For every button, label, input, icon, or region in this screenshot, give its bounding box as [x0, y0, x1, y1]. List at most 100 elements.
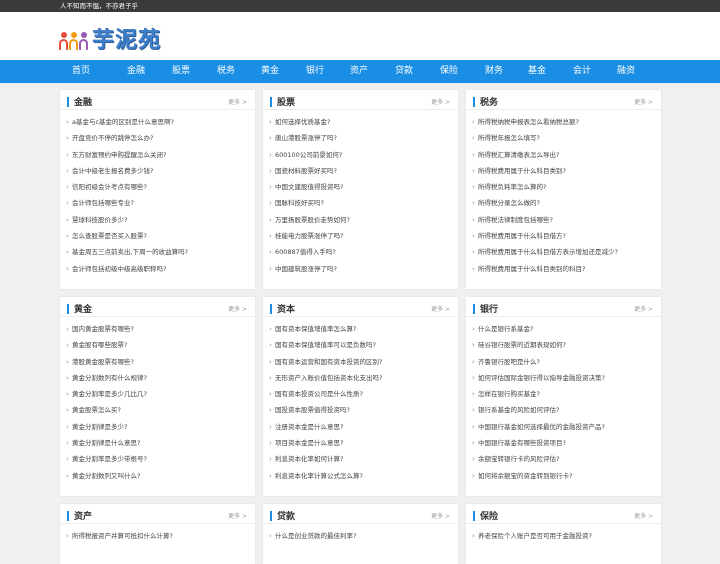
article-link[interactable]: 唐山港股票涨停了吗?	[263, 130, 458, 146]
article-link[interactable]: 所得税法律制度包括哪些?	[466, 212, 661, 228]
article-link[interactable]: 东方财富预约申购提醒怎么关闭?	[60, 147, 255, 163]
article-link[interactable]: 什么是银行系基金?	[466, 321, 661, 337]
card-header: 金融 更多 >	[60, 90, 255, 110]
article-link[interactable]: 万里扬股票股价走势如何?	[263, 212, 458, 228]
article-link[interactable]: 中国银行基金有哪些投资项目?	[466, 435, 661, 451]
card-accent-bar	[270, 304, 272, 314]
article-link[interactable]: 慧球科技股价多少?	[60, 212, 255, 228]
article-link[interactable]: 国有资本运营和国有资本投资的区别?	[263, 354, 458, 370]
article-link[interactable]: 所得税费用属于什么科目类别的科目?	[466, 261, 661, 277]
article-link[interactable]: 国有资本保值增值率怎么算?	[263, 321, 458, 337]
card-accent-bar	[67, 511, 69, 521]
more-link[interactable]: 更多 >	[228, 304, 247, 313]
card-2: 税务 更多 > 所得税纳税申报表怎么看纳税总额?所得税年报怎么填写?所得税汇算清缴表…	[466, 90, 661, 289]
article-link[interactable]: 所得税年报怎么填写?	[466, 130, 661, 146]
more-link[interactable]: 更多 >	[634, 511, 653, 520]
more-link[interactable]: 更多 >	[228, 511, 247, 520]
article-link[interactable]: 项目资本金是什么意思?	[263, 435, 458, 451]
article-link[interactable]: 基金周五三点前卖出,下周一的收益算吗?	[60, 244, 255, 260]
card-3: 黄金更多 >国内黄金股票有哪些?黄金股有哪些股票?港股黄金股票有哪些?黄金分割数…	[60, 297, 255, 496]
article-link[interactable]: 怎样在银行购买基金?	[466, 386, 661, 402]
article-link[interactable]: a基金与c基金的区别是什么意思啊?	[60, 114, 255, 130]
article-link[interactable]: 黄金分割律是多少?	[60, 419, 255, 435]
article-link[interactable]: 怎么查股票是否买入股票?	[60, 228, 255, 244]
card-0: 金融 更多 > a基金与c基金的区别是什么意思啊?开盘竞价不停的跳停怎么办?东方财富…	[60, 90, 255, 289]
more-link[interactable]: 更多 >	[228, 97, 247, 106]
article-link[interactable]: 齐鲁银行股吧是什么?	[466, 354, 661, 370]
article-link[interactable]: 所得税报资产并算可抵扣什么计算?	[60, 528, 255, 544]
article-link[interactable]: 如何评估国际金银行得以指导金融投资决策?	[466, 370, 661, 386]
card-header: 银行 更多 >	[466, 297, 661, 317]
article-link[interactable]: 中国文建股值得投资吗?	[263, 179, 458, 195]
article-link[interactable]: 国内黄金股票有哪些?	[60, 321, 255, 337]
article-link[interactable]: 养老保险个人账户是否可用于金融投资?	[466, 528, 661, 544]
more-link[interactable]: 更多 >	[431, 97, 450, 106]
card-7: 贷款 更多 > 什么是创业贷款的最佳利率?	[263, 504, 458, 564]
article-link[interactable]: 国瓷材料股票好买吗?	[263, 163, 458, 179]
article-link[interactable]: 600887值得入手吗?	[263, 244, 458, 260]
article-link[interactable]: 桂能电力股票涨停了吗?	[263, 228, 458, 244]
card-4: 资本 更多 > 国有资本保值增值率怎么算?国有资本保值增值率可以是负数吗?国有资本运…	[263, 297, 458, 496]
card-accent-bar	[270, 97, 272, 107]
article-link[interactable]: 所得税费用属于什么科目类别?	[466, 163, 661, 179]
article-link[interactable]: 利息资本化率如何计算?	[263, 451, 458, 467]
article-link[interactable]: 会计中级老生报名费多少钱?	[60, 163, 255, 179]
article-link[interactable]: 如何将余额宝的资金转到银行卡?	[466, 468, 661, 484]
article-link[interactable]: 所得税负耗率怎么算的?	[466, 179, 661, 195]
article-link[interactable]: 黄金股票怎么买?	[60, 402, 255, 418]
article-link[interactable]: 硅谷银行股票的近期表现如何?	[466, 337, 661, 353]
article-link[interactable]: 国有资本投资公司是什么性质?	[263, 386, 458, 402]
article-link[interactable]: 注册资本金是什么意思?	[263, 419, 458, 435]
article-link[interactable]: 所得税分录怎么做的?	[466, 195, 661, 211]
more-link[interactable]: 更多 >	[634, 304, 653, 313]
card-1: 股票 更多 > 如何选择优质基金?唐山港股票涨停了吗?600100公司前景如何?国瓷…	[263, 90, 458, 289]
card-accent-bar	[67, 97, 69, 107]
article-link[interactable]: 黄金分割率是多少几比几?	[60, 386, 255, 402]
article-link[interactable]: 所得税汇算清缴表怎么导出?	[466, 147, 661, 163]
article-link[interactable]: 600100公司前景如何?	[263, 147, 458, 163]
article-link[interactable]: 港股黄金股票有哪些?	[60, 354, 255, 370]
more-link[interactable]: 更多 >	[431, 511, 450, 520]
card-header: 贷款 更多 >	[263, 504, 458, 524]
article-link[interactable]: 所得税费用属于什么科目借方表示增加还是减少?	[466, 244, 661, 260]
article-link[interactable]: 什么是创业贷款的最佳利率?	[263, 528, 458, 544]
article-list: 养老保险个人账户是否可用于金融投资?	[466, 524, 661, 544]
card-accent-bar	[270, 511, 272, 521]
article-list: a基金与c基金的区别是什么意思啊?开盘竞价不停的跳停怎么办?东方财富预约申购提醒…	[60, 110, 255, 277]
article-link[interactable]: 会计师包括哪些专业?	[60, 195, 255, 211]
card-header: 税务 更多 >	[466, 90, 661, 110]
article-link[interactable]: 中国银行基金如何选择最优的金融投资产品?	[466, 419, 661, 435]
article-link[interactable]: 黄金分割律是什么意思?	[60, 435, 255, 451]
article-link[interactable]: 所得税纳税申报表怎么看纳税总额?	[466, 114, 661, 130]
card-header: 保险 更多 >	[466, 504, 661, 524]
article-link[interactable]: 开盘竞价不停的跳停怎么办?	[60, 130, 255, 146]
article-link[interactable]: 黄金分割数列又叫什么?	[60, 468, 255, 484]
article-link[interactable]: 国投资本股票值得投资吗?	[263, 402, 458, 418]
more-link[interactable]: 更多 >	[431, 304, 450, 313]
article-link[interactable]: 如何选择优质基金?	[263, 114, 458, 130]
card-grid: 金融更多 >a基金与c基金的区别是什么意思啊?开盘竞价不停的跳停怎么办?东方财富…	[0, 0, 720, 564]
article-link[interactable]: 国脉科技好买吗?	[263, 195, 458, 211]
card-title: 贷款	[277, 512, 296, 522]
card-8: 保险 更多 > 养老保险个人账户是否可用于金融投资?	[466, 504, 661, 564]
article-link[interactable]: 会计师包括初级中级高级职称吗?	[60, 261, 255, 277]
article-list: 所得税纳税申报表怎么看纳税总额?所得税年报怎么填写?所得税汇算清缴表怎么导出?所…	[466, 110, 661, 277]
card-title: 保险	[480, 512, 499, 522]
article-link[interactable]: 无形资产入账价值包括资本化支出吗?	[263, 370, 458, 386]
article-link[interactable]: 所得税费用属于什么科目借方?	[466, 228, 661, 244]
article-link[interactable]: 信阳初级会计考点有哪些?	[60, 179, 255, 195]
card-header: 资产 更多 >	[60, 504, 255, 524]
card-title: 黄金	[74, 305, 93, 315]
article-list: 国内黄金股票有哪些?黄金股有哪些股票?港股黄金股票有哪些?黄金分割数列有什么规律…	[60, 317, 255, 484]
article-link[interactable]: 国有资本保值增值率可以是负数吗?	[263, 337, 458, 353]
article-list: 什么是创业贷款的最佳利率?	[263, 524, 458, 544]
article-link[interactable]: 利息资本化率计算公式怎么算?	[263, 468, 458, 484]
card-title: 资本	[277, 305, 296, 315]
article-link[interactable]: 黄金股有哪些股票?	[60, 337, 255, 353]
article-link[interactable]: 黄金分割率是多少带根号?	[60, 451, 255, 467]
article-link[interactable]: 银行系基金的风险如何评估?	[466, 402, 661, 418]
article-link[interactable]: 余额宝转银行卡的风险评估?	[466, 451, 661, 467]
article-link[interactable]: 中国建筑股涨停了吗?	[263, 261, 458, 277]
more-link[interactable]: 更多 >	[634, 97, 653, 106]
article-link[interactable]: 黄金分割数列有什么规律?	[60, 370, 255, 386]
